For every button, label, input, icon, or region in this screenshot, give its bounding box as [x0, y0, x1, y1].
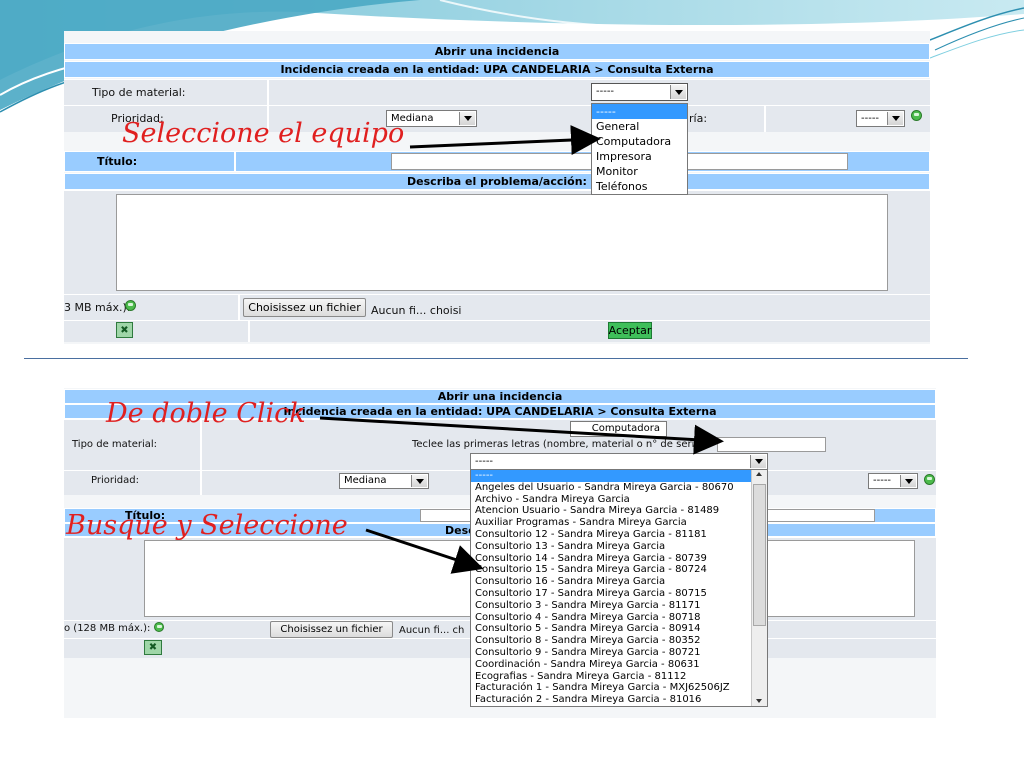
scroll-thumb[interactable] — [753, 484, 766, 626]
bottom-equipo-list-option[interactable]: Consultorio 14 - Sandra Mireya Garcia - … — [471, 553, 752, 565]
bottom-equipo-list-option[interactable]: Ecografias - Sandra Mireya Garcia - 8111… — [471, 671, 752, 683]
bottom-tipo-material-label: Tipo de material: — [72, 439, 158, 450]
scroll-down-arrow[interactable] — [756, 699, 762, 703]
top-attach-row — [64, 294, 930, 320]
top-tipo-select-value: ----- — [596, 86, 615, 97]
top-choose-file-button[interactable]: Choisissez un fichier — [243, 298, 366, 317]
bottom-equipo-list-option[interactable]: Consultorio 3 - Sandra Mireya Garcia - 8… — [471, 600, 752, 612]
bottom-equipo-list-option[interactable]: Consultorio 4 - Sandra Mireya Garcia - 8… — [471, 612, 752, 624]
bottom-equipo-list: ----- Angeles del Usuario - Sandra Mireya… — [470, 469, 768, 707]
bottom-equipo-list-option[interactable]: Consultorio 5 - Sandra Mireya Garcia - 8… — [471, 623, 752, 635]
chevron-down-icon — [411, 475, 427, 487]
bottom-equipo-list-option[interactable]: Consultorio 15 - Sandra Mireya Garcia - … — [471, 564, 752, 576]
top-tipo-dropdown-option[interactable]: General — [592, 119, 687, 134]
top-tipo-dropdown-option[interactable]: Computadora — [592, 134, 687, 149]
bottom-equipo-list-option[interactable]: Atencion Usuario - Sandra Mireya Garcia … — [471, 505, 752, 517]
bottom-equipo-list-option[interactable]: Consultorio 12 - Sandra Mireya Garcia - … — [471, 529, 752, 541]
bottom-equipo-list-option[interactable]: Consultorio 8 - Sandra Mireya Garcia - 8… — [471, 635, 752, 647]
close-icon[interactable]: ✖ — [144, 640, 162, 655]
top-form-header-entity: Incidencia creada en la entidad: UPA CAN… — [64, 61, 930, 78]
chevron-down-icon — [459, 112, 475, 125]
top-tipo-material-label: Tipo de material: — [92, 86, 186, 99]
top-titulo-label: Título: — [97, 155, 138, 168]
bottom-attach-label: o (128 MB máx.): — [64, 623, 151, 634]
top-file-status: Aucun fi... choisi — [371, 304, 461, 317]
bottom-equipo-list-option[interactable]: Consultorio 16 - Sandra Mireya Garcia — [471, 576, 752, 588]
bottom-equipo-list-option[interactable]: Consultorio 13 - Sandra Mireya Garcia — [471, 541, 752, 553]
search-icon[interactable] — [911, 110, 922, 121]
bottom-right-select[interactable]: ----- — [868, 473, 918, 489]
top-categoria-label: ría: — [689, 112, 708, 125]
top-tipo-dropdown-option[interactable]: Teléfonos — [592, 179, 687, 194]
bottom-equipo-list-option[interactable]: Facturación 1 - Sandra Mireya Garcia - M… — [471, 682, 752, 694]
annotation-doble-click: De doble Click — [106, 398, 306, 429]
top-tipo-dropdown-list: ----- General Computadora Impresora Monitor T… — [591, 103, 688, 195]
top-actions-row — [64, 320, 930, 342]
bottom-equipo-list-option[interactable]: Facturación 2 - Sandra Mireya Garcia - 8… — [471, 694, 752, 706]
top-tipo-material-row — [64, 79, 930, 105]
top-describe-header: Describa el problema/acción: — [64, 173, 930, 190]
scroll-up-arrow[interactable] — [756, 472, 762, 476]
bottom-file-status: Aucun fi... ch — [399, 625, 465, 636]
bottom-equipo-list-option[interactable]: Coordinación - Sandra Mireya Garcia - 80… — [471, 659, 752, 671]
top-tipo-material-select[interactable]: ----- — [591, 83, 688, 101]
bottom-tipo-material-select[interactable]: Computadora — [570, 421, 667, 437]
bottom-equipo-list-option[interactable]: ----- — [471, 470, 752, 482]
list-scrollbar[interactable] — [751, 470, 767, 706]
bottom-search-hint: Teclee las primeras letras (nombre, mate… — [412, 439, 705, 450]
top-form-header-title: Abrir una incidencia — [64, 43, 930, 60]
bottom-right-select-value: ----- — [873, 475, 892, 486]
section-divider — [24, 358, 968, 359]
top-categoria-value: ----- — [861, 113, 880, 124]
add-attachment-icon[interactable] — [125, 300, 136, 311]
top-tipo-dropdown-option[interactable]: Impresora — [592, 149, 687, 164]
bottom-search-input[interactable] — [717, 437, 826, 452]
annotation-seleccione-equipo: Seleccione el equipo — [122, 118, 405, 149]
bottom-equipo-list-option[interactable]: Angeles del Usuario - Sandra Mireya Garc… — [471, 482, 752, 494]
search-icon[interactable] — [924, 474, 935, 485]
bottom-equipo-list-option[interactable]: Consultorio 17 - Sandra Mireya Garcia - … — [471, 588, 752, 600]
top-titulo-divider — [234, 151, 236, 172]
bottom-prioridad-value: Mediana — [344, 475, 387, 486]
top-categoria-select[interactable]: ----- — [856, 110, 905, 127]
chevron-down-icon — [887, 112, 903, 125]
top-description-textarea[interactable] — [116, 194, 888, 291]
add-attachment-icon[interactable] — [154, 622, 164, 632]
bottom-equipo-select[interactable]: ----- — [470, 453, 768, 470]
bottom-equipo-value: ----- — [475, 456, 494, 467]
close-icon[interactable]: ✖ — [116, 322, 133, 338]
top-tipo-dropdown-option[interactable]: Monitor — [592, 164, 687, 179]
aceptar-button[interactable]: Aceptar — [608, 322, 652, 339]
chevron-down-icon — [900, 475, 916, 487]
top-tipo-dropdown-option[interactable]: ----- — [592, 104, 687, 119]
bottom-equipo-list-option[interactable]: Archivo - Sandra Mireya Garcia — [471, 494, 752, 506]
bottom-prioridad-select[interactable]: Mediana — [339, 473, 429, 489]
top-attach-label: 3 MB máx.): — [64, 301, 131, 314]
annotation-busque-seleccione: Busque y Seleccione — [66, 510, 348, 541]
bottom-tipo-value: Computadora — [591, 423, 660, 434]
bottom-prioridad-label: Prioridad: — [91, 475, 139, 486]
bottom-equipo-list-option[interactable]: Consultorio 9 - Sandra Mireya Garcia - 8… — [471, 647, 752, 659]
chevron-down-icon — [750, 455, 766, 468]
chevron-down-icon — [670, 85, 686, 99]
bottom-equipo-list-option[interactable]: Auxiliar Programas - Sandra Mireya Garci… — [471, 517, 752, 529]
bottom-choose-file-button[interactable]: Choisissez un fichier — [270, 621, 393, 638]
